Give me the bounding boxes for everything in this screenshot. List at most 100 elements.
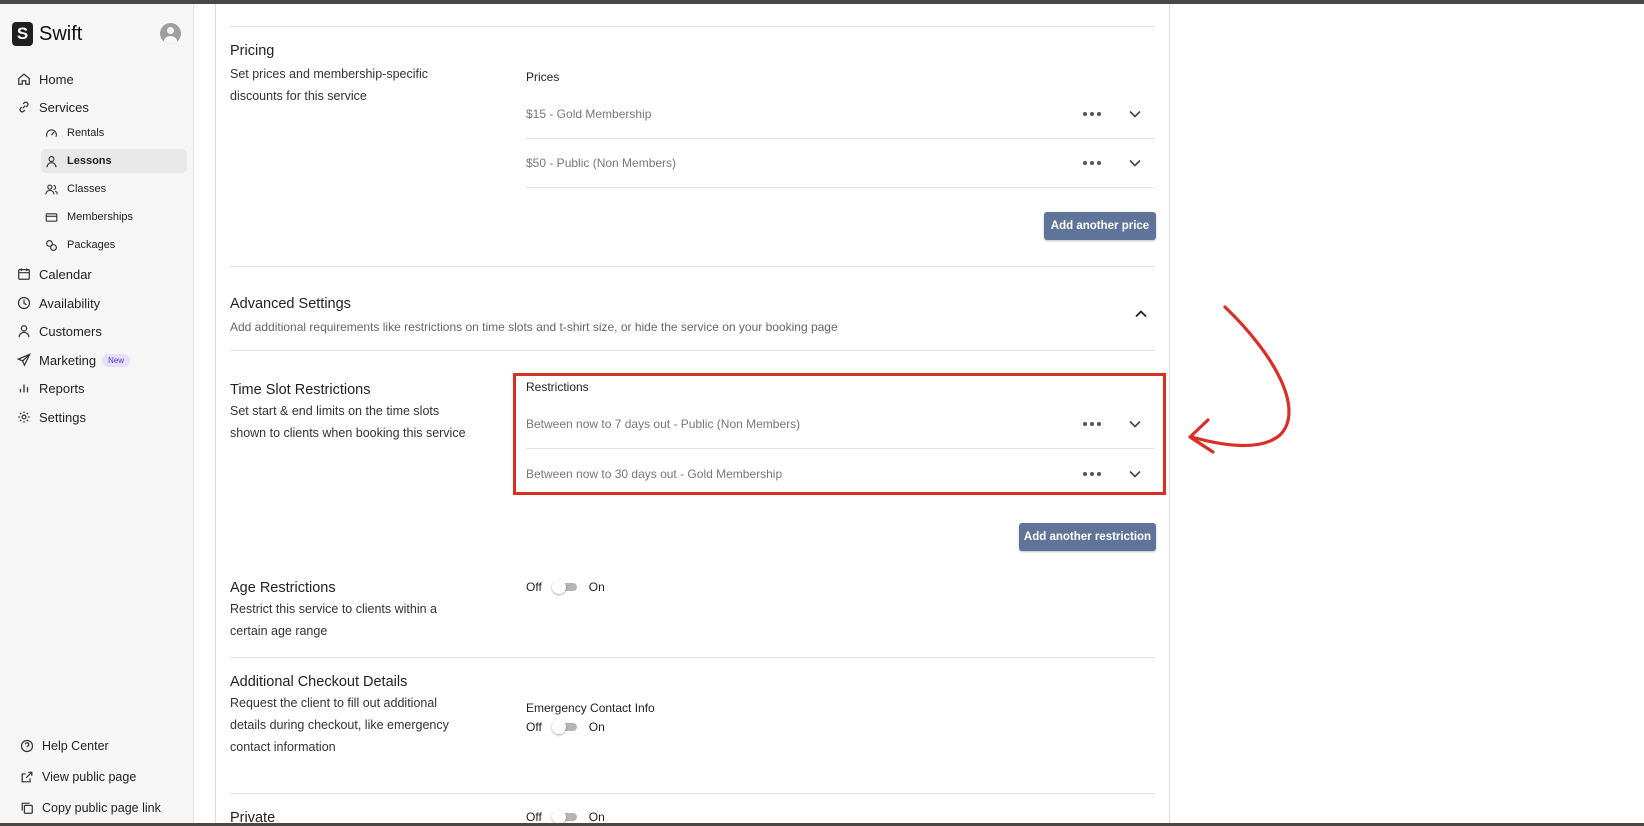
curved-arrow-icon [1188,305,1291,454]
nav-label: Calendar [39,266,92,282]
private-toggle[interactable]: Off On [526,810,605,824]
divider [230,266,1155,267]
nav-item-marketing[interactable]: Marketing New [17,348,131,372]
sub-label: Classes [67,183,107,195]
sub-label: Rentals [67,127,105,139]
toggle-switch[interactable] [551,580,577,594]
divider [230,26,1155,27]
toggle-switch[interactable] [551,720,577,734]
toggle-on-label: On [588,580,605,594]
nav-label: Services [39,99,89,115]
nav-label: Settings [39,409,86,425]
nav-item-customers[interactable]: Customers [17,319,102,343]
nav-item-services[interactable]: Services [17,95,89,119]
bar-chart-icon [17,381,31,395]
checkout-desc-line3: contact information [230,740,336,754]
emergency-contact-label: Emergency Contact Info [526,701,655,715]
toggle-off-label: Off [526,720,542,734]
emergency-contact-toggle[interactable]: Off On [526,720,605,734]
advanced-settings-desc: Add additional requirements like restric… [230,320,838,334]
calendar-icon [17,267,31,281]
pricing-desc-line1: Set prices and membership-specific [230,67,428,81]
pricing-desc-line2: discounts for this service [230,89,367,103]
age-desc-line1: Restrict this service to clients within … [230,602,438,616]
add-another-price-button[interactable]: Add another price [1044,212,1156,240]
nav-label: Home [39,71,74,87]
sub-label: Lessons [67,155,112,167]
external-link-icon [20,770,34,784]
divider [230,793,1155,794]
card-icon [45,211,58,224]
footer-label: View public page [42,770,137,784]
advanced-settings-title: Advanced Settings [230,296,351,312]
nav-item-reports[interactable]: Reports [17,376,85,400]
footer-label: Copy public page link [42,801,161,815]
nav-item-settings[interactable]: Settings [17,405,86,429]
more-options-icon[interactable] [1083,157,1101,169]
gauge-icon [45,127,58,140]
restrictions-highlight-box [513,373,1166,495]
help-center-link[interactable]: Help Center [20,735,109,757]
brand[interactable]: S Swift [12,22,82,46]
sidebar-item-rentals[interactable]: Rentals [41,121,187,145]
link-icon [17,100,31,114]
toggle-switch[interactable] [551,810,577,824]
view-public-page-link[interactable]: View public page [20,766,136,788]
checkout-desc-line1: Request the client to fill out additiona… [230,696,438,710]
nav-label: Customers [39,323,102,339]
prices-label: Prices [526,70,560,84]
gear-icon [17,410,31,424]
nav-item-home[interactable]: Home [17,67,74,91]
new-badge: New [102,353,131,367]
clock-icon [17,296,31,310]
time-slot-desc-line1: Set start & end limits on the time slots [230,404,440,418]
sidebar-item-lessons[interactable]: Lessons [41,149,187,173]
swift-logo-icon: S [12,22,33,46]
more-options-icon[interactable] [1083,108,1101,120]
brand-name: Swift [39,22,83,45]
sidebar-item-memberships[interactable]: Memberships [41,205,187,229]
sub-label: Packages [67,239,116,251]
checkout-desc-line2: details during checkout, like emergency [230,718,449,732]
age-restrictions-toggle[interactable]: Off On [526,580,605,594]
person-icon [17,324,31,338]
send-icon [17,353,31,367]
avatar[interactable] [160,23,181,44]
copy-icon [20,801,34,815]
nav-label: Marketing [39,352,97,368]
price-row-text: $15 - Gold Membership [526,107,652,121]
toggle-on-label: On [588,720,605,734]
divider [230,350,1155,351]
time-slot-desc-line2: shown to clients when booking this servi… [230,426,466,440]
checkout-details-title: Additional Checkout Details [230,674,408,690]
nav-label: Availability [39,295,101,311]
price-row[interactable]: $15 - Gold Membership [526,90,1155,139]
price-row-text: $50 - Public (Non Members) [526,156,677,170]
people-icon [45,183,58,196]
help-icon [20,739,34,753]
nav-label: Reports [39,380,85,396]
nav-item-calendar[interactable]: Calendar [17,262,92,286]
toggle-off-label: Off [526,810,542,824]
price-row[interactable]: $50 - Public (Non Members) [526,139,1155,188]
sidebar-item-classes[interactable]: Classes [41,177,187,201]
home-icon [17,72,31,86]
divider [230,657,1155,658]
packages-icon [45,239,58,252]
person-icon [45,155,58,168]
toggle-on-label: On [588,810,605,824]
nav-item-availability[interactable]: Availability [17,291,100,315]
add-another-restriction-button[interactable]: Add another restriction [1019,523,1156,551]
sub-label: Memberships [67,211,134,223]
toggle-off-label: Off [526,580,542,594]
pricing-title: Pricing [230,43,275,59]
footer-label: Help Center [42,739,109,753]
sidebar: S Swift Home Services Rentals Lessons Cl… [0,4,194,823]
time-slot-title: Time Slot Restrictions [230,382,371,398]
chevron-down-icon[interactable] [1127,155,1143,171]
chevron-up-icon[interactable] [1134,307,1148,321]
chevron-down-icon[interactable] [1127,106,1143,122]
copy-public-page-link[interactable]: Copy public page link [20,797,161,819]
age-restrictions-title: Age Restrictions [230,580,336,596]
sidebar-item-packages[interactable]: Packages [41,233,187,257]
